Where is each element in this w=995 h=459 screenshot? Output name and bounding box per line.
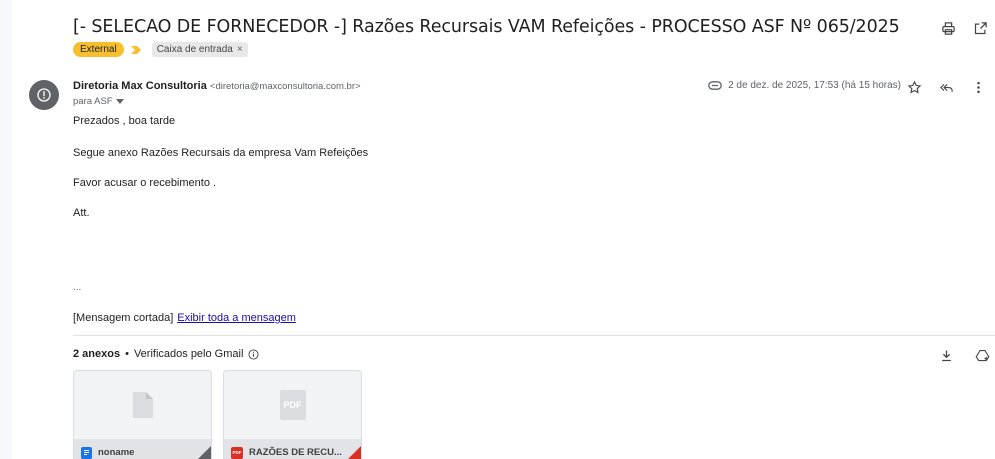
sender-email: <diretoria@maxconsultoria.com.br> (209, 81, 361, 92)
message-date: 2 de dez. de 2025, 17:53 (há 15 horas) (728, 80, 901, 91)
pdf-preview-label: PDF (283, 400, 302, 410)
attachment-clip-icon (708, 81, 722, 90)
attachment-footer: PDF RAZÕES DE RECU... (224, 439, 361, 459)
recipient-text: para ASF (73, 96, 113, 107)
reply-all-icon[interactable] (937, 78, 955, 96)
attachments-header: 2 anexos • Verificados pelo Gmail (73, 348, 259, 360)
attachment-name: noname (98, 447, 135, 458)
external-label[interactable]: External (73, 42, 124, 57)
add-to-drive-icon[interactable] (973, 346, 991, 364)
pdf-type-badge: PDF (232, 450, 242, 455)
attachments-separator: • (125, 348, 129, 360)
open-in-new-window-icon[interactable] (971, 19, 989, 37)
trimmed-message-notice: [Mensagem cortada] Exibir toda a mensagem (73, 312, 296, 324)
star-icon[interactable] (905, 78, 923, 96)
attachments-actions (937, 346, 991, 364)
verified-label: Verificados pelo Gmail (133, 348, 244, 360)
info-icon[interactable] (248, 348, 259, 360)
body-line-signoff: Att. (73, 207, 90, 219)
attachment-preview: PDF (224, 371, 361, 439)
quoted-text-toggle[interactable]: ... (73, 282, 81, 293)
attachment-preview (74, 371, 211, 439)
attachment-name: RAZÕES DE RECU... (249, 447, 342, 458)
subject-actions (939, 19, 989, 37)
attachments-count: 2 anexos (73, 348, 121, 360)
print-icon[interactable] (939, 19, 957, 37)
message-meta: 2 de dez. de 2025, 17:53 (há 15 horas) (708, 80, 901, 91)
sender: Diretoria Max Consultoria <diretoria@max… (73, 80, 361, 92)
inbox-label-text: Caixa de entrada (156, 44, 233, 55)
importance-marker-icon[interactable] (130, 45, 142, 55)
body-line-attachment-note: Segue anexo Razões Recursais da empresa … (73, 147, 369, 159)
attachment-card-pdf[interactable]: PDF PDF RAZÕES DE RECU... (223, 370, 362, 459)
attachments-divider (73, 335, 995, 336)
pdf-file-icon: PDF (231, 446, 243, 459)
generic-file-icon (132, 392, 153, 418)
chevron-down-icon (115, 98, 124, 104)
doc-file-icon (81, 446, 92, 459)
message-actions (905, 78, 987, 96)
label-row: External Caixa de entrada × (73, 42, 248, 57)
inbox-label: Caixa de entrada × (151, 42, 248, 57)
file-corner-marker (343, 446, 361, 459)
trimmed-label: [Mensagem cortada] (73, 312, 174, 324)
body-line-greeting: Prezados , boa tarde (73, 115, 176, 127)
email-subject: [- SELECAO DE FORNECEDOR -] Razões Recur… (73, 17, 900, 37)
remove-label-icon[interactable]: × (237, 44, 243, 55)
attachment-card-noname[interactable]: noname (73, 370, 212, 459)
sender-info-icon (37, 88, 51, 102)
download-all-icon[interactable] (937, 346, 955, 364)
sender-name[interactable]: Diretoria Max Consultoria (73, 80, 207, 92)
attachment-footer: noname (74, 439, 211, 459)
file-corner-marker (193, 446, 211, 459)
pdf-preview-icon: PDF (279, 390, 306, 420)
avatar[interactable] (29, 80, 59, 110)
left-rail (0, 0, 12, 459)
view-full-message-link[interactable]: Exibir toda a mensagem (177, 312, 296, 324)
more-vert-icon[interactable] (969, 78, 987, 96)
recipient-toggle[interactable]: para ASF (73, 96, 124, 107)
body-line-request: Favor acusar o recebimento . (73, 177, 217, 189)
